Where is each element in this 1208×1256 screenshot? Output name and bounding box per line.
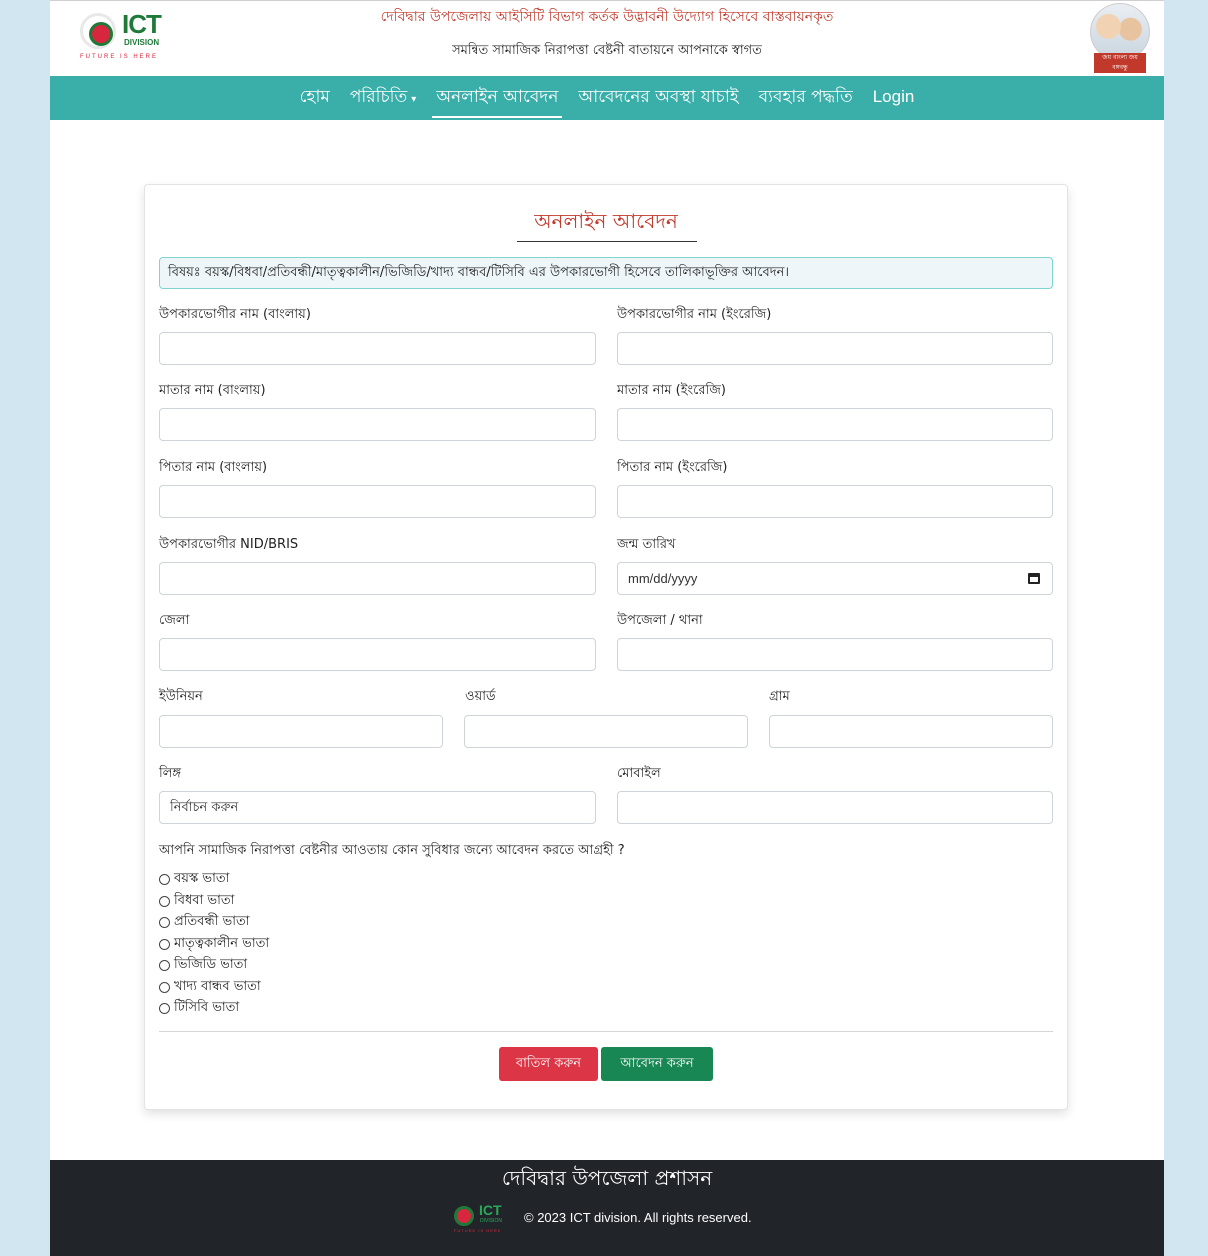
radio-option-elderly[interactable]: বয়স্ক ভাতা — [159, 869, 269, 891]
footer-copyright: © 2023 ICT division. All rights reserved… — [524, 1210, 752, 1225]
label-mobile: মোবাইল — [617, 766, 661, 781]
radio-option-vgd[interactable]: ভিজিডি ভাতা — [159, 955, 269, 977]
main-nav: হোম পরিচিতি ▾ অনলাইন আবেদন আবেদনের অবস্থা… — [50, 76, 1164, 120]
label-father-english: পিতার নাম (ইংরেজি) — [617, 460, 728, 475]
mother-bangla-input[interactable] — [159, 408, 596, 441]
radio-option-maternity[interactable]: মাতৃত্বকালীন ভাতা — [159, 934, 269, 956]
label-dob: জন্ম তারিখ — [617, 537, 676, 552]
chevron-down-icon: ▾ — [411, 94, 417, 105]
mobile-input[interactable] — [617, 791, 1053, 824]
cancel-button[interactable]: বাতিল করুন — [499, 1047, 598, 1081]
submit-application-button[interactable]: আবেদন করুন — [601, 1047, 713, 1081]
footer-logo-text: ICT — [479, 1202, 502, 1218]
calendar-icon[interactable] — [1028, 573, 1040, 584]
footer-title: দেবিদ্বার উপজেলা প্রশাসন — [501, 1166, 713, 1190]
ward-input[interactable] — [464, 715, 748, 748]
nav-item-application-status[interactable]: আবেদনের অবস্থা যাচাই — [568, 76, 748, 120]
radio-option-tcb[interactable]: টিসিবি ভাতা — [159, 998, 269, 1020]
dob-date-input[interactable]: mm/dd/yyyy — [617, 562, 1053, 595]
radio-circle-icon[interactable] — [159, 1003, 170, 1015]
site-footer: দেবিদ্বার উপজেলা প্রশাসন ICT DIVISION FU… — [50, 1160, 1164, 1256]
nav-item-label: হোম — [299, 87, 330, 107]
radio-label: টিসিবি ভাতা — [174, 1000, 240, 1016]
gender-selected-value: নির্বাচন করুন — [170, 800, 239, 815]
dob-placeholder: mm/dd/yyyy — [628, 571, 698, 586]
radio-label: মাতৃত্বকালীন ভাতা — [174, 935, 270, 951]
label-mother-bangla: মাতার নাম (বাংলায়) — [159, 383, 266, 398]
benefit-question: আপনি সামাজিক নিরাপত্তা বেষ্টনীর আওতায় ক… — [159, 843, 625, 858]
name-english-input[interactable] — [617, 332, 1053, 365]
label-father-bangla: পিতার নাম (বাংলায়) — [159, 460, 268, 475]
union-input[interactable] — [159, 715, 443, 748]
nav-item-usage-guide[interactable]: ব্যবহার পদ্ধতি — [749, 76, 863, 120]
label-mother-english: মাতার নাম (ইংরেজি) — [617, 383, 726, 398]
nav-item-label: পরিচিতি — [349, 87, 408, 107]
father-english-input[interactable] — [617, 485, 1053, 518]
nav-item-online-application[interactable]: অনলাইন আবেদন — [426, 76, 568, 120]
radio-circle-icon[interactable] — [159, 917, 170, 929]
label-name-english: উপকারভোগীর নাম (ইংরেজি) — [617, 307, 772, 322]
footer-ict-logo: ICT DIVISION FUTURE IS HERE — [454, 1202, 510, 1234]
district-input[interactable] — [159, 638, 596, 671]
radio-label: বয়স্ক ভাতা — [174, 871, 230, 887]
label-nid: উপকারভোগীর NID/BRIS — [159, 537, 299, 552]
nav-item-label: অনলাইন আবেদন — [436, 87, 559, 107]
father-bangla-input[interactable] — [159, 485, 596, 518]
label-gender: লিঙ্গ — [159, 766, 182, 781]
subject-field[interactable]: বিষয়ঃ বয়স্ক/বিধবা/প্রতিবন্ধী/মাতৃত্বকা… — [159, 257, 1053, 289]
header-welcome-text: সমন্বিত সামাজিক নিরাপত্তা বেষ্টনী বাতায়… — [452, 43, 762, 58]
radio-label: প্রতিবন্ধী ভাতা — [174, 914, 250, 930]
leader-portrait: জয় বাংলা জয় বঙ্গবন্ধু — [1090, 3, 1150, 73]
form-title: অনলাইন আবেদন — [534, 209, 678, 233]
radio-circle-icon[interactable] — [159, 938, 170, 950]
name-bangla-input[interactable] — [159, 332, 596, 365]
nav-item-label: Login — [872, 87, 915, 106]
benefit-radio-group: বয়স্ক ভাতা বিধবা ভাতা প্রতিবন্ধী ভাতা ম… — [159, 869, 269, 1020]
nav-item-introduction[interactable]: পরিচিতি ▾ — [340, 76, 426, 120]
nav-item-label: ব্যবহার পদ্ধতি — [758, 87, 853, 107]
footer-logo-subtext: DIVISION — [480, 1218, 502, 1224]
bangladesh-seal-icon — [454, 1206, 474, 1226]
radio-option-food-friendly[interactable]: খাদ্য বান্ধব ভাতা — [159, 977, 269, 999]
header-initiative-text: দেবিদ্বার উপজেলায় আইসিটি বিভাগ কর্তক উদ… — [380, 9, 834, 25]
site-header: ICT DIVISION FUTURE IS HERE দেবিদ্বার উপ… — [50, 0, 1164, 76]
footer-logo-tagline: FUTURE IS HERE — [454, 1228, 502, 1233]
label-name-bangla: উপকারভোগীর নাম (বাংলায়) — [159, 307, 311, 322]
label-upazila: উপজেলা / থানা — [617, 613, 703, 628]
radio-circle-icon[interactable] — [159, 981, 170, 993]
label-village: গ্রাম — [769, 689, 790, 704]
page: ICT DIVISION FUTURE IS HERE দেবিদ্বার উপ… — [50, 0, 1164, 1256]
label-ward: ওয়ার্ড — [465, 689, 496, 704]
radio-label: ভিজিডি ভাতা — [174, 957, 248, 973]
nid-input[interactable] — [159, 562, 596, 595]
mother-english-input[interactable] — [617, 408, 1053, 441]
gender-select[interactable]: নির্বাচন করুন — [159, 791, 596, 824]
application-form-card: অনলাইন আবেদন বিষয়ঃ বয়স্ক/বিধবা/প্রতিবন… — [144, 184, 1068, 1110]
label-district: জেলা — [159, 613, 190, 628]
nav-item-login[interactable]: Login — [863, 76, 925, 120]
nav-item-home[interactable]: হোম — [290, 76, 340, 120]
nav-item-label: আবেদনের অবস্থা যাচাই — [578, 87, 739, 107]
title-underline — [517, 241, 697, 242]
label-union: ইউনিয়ন — [159, 689, 203, 704]
form-divider — [159, 1031, 1053, 1032]
radio-option-disability[interactable]: প্রতিবন্ধী ভাতা — [159, 912, 269, 934]
upazila-input[interactable] — [617, 638, 1053, 671]
radio-circle-icon[interactable] — [159, 960, 170, 972]
radio-circle-icon[interactable] — [159, 895, 170, 907]
radio-circle-icon[interactable] — [159, 874, 170, 886]
radio-label: বিধবা ভাতা — [174, 892, 235, 908]
village-input[interactable] — [769, 715, 1053, 748]
radio-option-widow[interactable]: বিধবা ভাতা — [159, 891, 269, 913]
radio-label: খাদ্য বান্ধব ভাতা — [174, 978, 261, 994]
portrait-caption: জয় বাংলা জয় বঙ্গবন্ধু — [1094, 53, 1146, 73]
